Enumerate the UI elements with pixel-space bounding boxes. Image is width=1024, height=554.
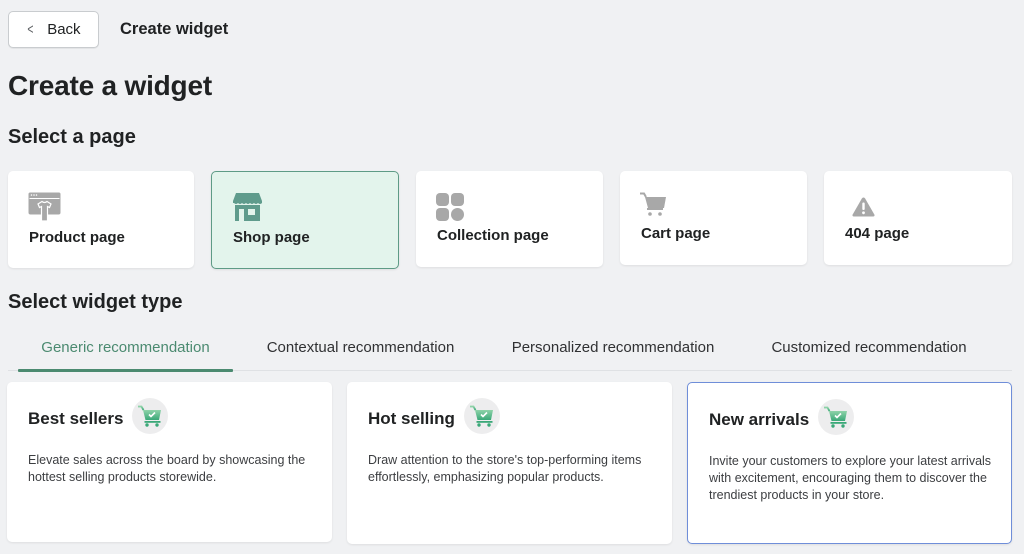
page-card-label: Product page (29, 229, 125, 246)
page-card-product[interactable]: Product page (8, 171, 194, 268)
chevron-left-icon: < (27, 21, 34, 38)
tab-label: Personalized recommendation (511, 339, 715, 356)
collection-grid-icon (436, 193, 464, 226)
widget-type-tabs: Generic recommendation Contextual recomm… (8, 328, 1012, 372)
widget-card-description: Elevate sales across the board by showca… (28, 453, 306, 484)
warning-icon (852, 197, 875, 222)
widget-card-description: Invite your customers to explore your la… (709, 454, 992, 502)
page-card-label: Cart page (641, 225, 711, 242)
tab-label: Generic recommendation (41, 339, 210, 356)
page-card-list: Product page Shop page Collection page C… (8, 171, 1012, 269)
page-card-404[interactable]: 404 page (824, 171, 1012, 265)
widget-card-title: Best sellers (28, 409, 124, 428)
page-card-shop[interactable]: Shop page (211, 171, 399, 269)
page-card-label: 404 page (845, 225, 910, 242)
page-card-label: Shop page (233, 229, 310, 246)
cart-check-icon (818, 399, 854, 435)
widget-card-title: New arrivals (709, 410, 810, 429)
widget-card-hot-selling[interactable]: Hot selling Draw attention to the store'… (347, 382, 672, 544)
tab-personalized-recommendation[interactable]: Personalized recommendation (498, 328, 728, 371)
tab-label: Customized recommendation (771, 339, 967, 356)
select-page-heading: Select a page (8, 126, 136, 148)
tab-customized-recommendation[interactable]: Customized recommendation (754, 328, 984, 371)
shop-icon (233, 193, 262, 226)
widget-card-best-sellers[interactable]: Best sellers Elevate sales across the bo… (7, 382, 332, 542)
select-widget-heading: Select widget type (8, 291, 183, 313)
widget-card-description: Draw attention to the store's top-perfor… (368, 453, 642, 484)
top-bar: < Back Create widget (8, 11, 228, 48)
widget-card-new-arrivals[interactable]: New arrivals Invite your customers to ex… (687, 382, 1012, 544)
page-title: Create a widget (8, 70, 212, 101)
cart-check-icon (132, 398, 168, 434)
back-button[interactable]: < Back (8, 11, 99, 48)
cart-icon (640, 192, 666, 221)
tab-generic-recommendation[interactable]: Generic recommendation (18, 328, 233, 372)
widget-card-title: Hot selling (368, 409, 455, 428)
breadcrumb-title: Create widget (120, 20, 229, 38)
back-button-label: Back (47, 21, 81, 38)
page-card-cart[interactable]: Cart page (620, 171, 807, 265)
product-page-icon (28, 192, 61, 227)
cart-check-icon (464, 398, 500, 434)
page-card-label: Collection page (437, 227, 549, 244)
tab-label: Contextual recommendation (266, 339, 455, 356)
page-card-collection[interactable]: Collection page (416, 171, 603, 267)
tab-contextual-recommendation[interactable]: Contextual recommendation (248, 328, 473, 371)
